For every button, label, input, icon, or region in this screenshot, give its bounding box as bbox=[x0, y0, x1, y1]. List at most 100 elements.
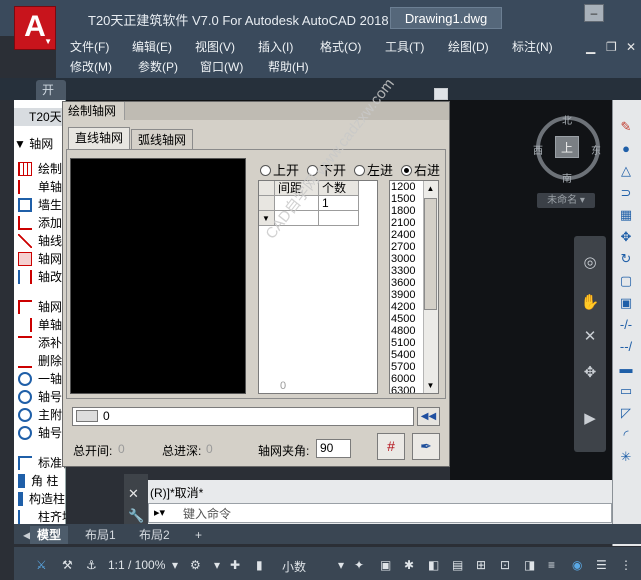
value-item[interactable]: 3000 bbox=[391, 253, 423, 265]
palette-item[interactable]: 轴网 bbox=[14, 298, 66, 316]
rewind-icon[interactable]: ◀◀ bbox=[417, 407, 440, 426]
menu-help[interactable]: 帮助(H) bbox=[268, 58, 309, 75]
isolate-icon[interactable]: ✱ bbox=[404, 558, 414, 572]
offset-icon[interactable]: ⊃ bbox=[615, 183, 637, 203]
menu-format[interactable]: 格式(O) bbox=[320, 38, 361, 55]
graphics-icon[interactable]: ◧ bbox=[428, 558, 439, 572]
menu-window[interactable]: 窗口(W) bbox=[200, 58, 243, 75]
grid-cell-count[interactable] bbox=[319, 211, 359, 226]
wcs-dropdown[interactable]: 未命名 ▾ bbox=[537, 193, 595, 208]
value-item[interactable]: 5100 bbox=[391, 337, 423, 349]
value-item[interactable]: 1200 bbox=[391, 181, 423, 193]
value-item[interactable]: 3300 bbox=[391, 265, 423, 277]
plus-icon[interactable]: ✚ bbox=[230, 558, 240, 572]
grid-cell-count[interactable]: 1 bbox=[319, 196, 359, 211]
fullscreen-icon[interactable]: ▤ bbox=[452, 558, 463, 572]
palette-item[interactable]: 单轴 bbox=[14, 316, 66, 334]
rotate-icon[interactable]: ↻ bbox=[615, 249, 637, 269]
add-layout-button[interactable]: + bbox=[188, 526, 209, 544]
stretch-icon[interactable]: ▣ bbox=[615, 293, 637, 313]
value-item[interactable]: 3900 bbox=[391, 289, 423, 301]
spacing-input[interactable]: 0 bbox=[72, 407, 414, 426]
tab-arc-axis[interactable]: 弧线轴网 bbox=[131, 129, 194, 149]
tab-straight-axis[interactable]: 直线轴网 bbox=[68, 127, 131, 149]
mirror-icon[interactable]: △ bbox=[615, 161, 637, 181]
menu-dimension[interactable]: 标注(N) bbox=[512, 38, 553, 55]
value-item[interactable]: 5700 bbox=[391, 361, 423, 373]
palette-item[interactable]: 轴号 bbox=[14, 388, 66, 406]
units-readout[interactable]: 小数 bbox=[282, 558, 306, 575]
clean-screen-icon[interactable]: ◨ bbox=[524, 558, 535, 572]
compass-west[interactable]: 西 bbox=[533, 142, 543, 157]
join-icon[interactable]: ▭ bbox=[615, 381, 637, 401]
palette-item[interactable]: 删除 bbox=[14, 352, 66, 370]
annotation-visibility-icon[interactable]: ⚒ bbox=[62, 558, 73, 572]
radio-top-open[interactable]: 上开 bbox=[260, 160, 299, 179]
menu-parameter[interactable]: 参数(P) bbox=[138, 58, 178, 75]
steering-wheel-icon[interactable]: ◎ bbox=[578, 252, 602, 274]
quick-props-icon[interactable]: ✦ bbox=[354, 558, 364, 572]
more-icon[interactable]: ⋮ bbox=[620, 558, 632, 572]
palette-item[interactable]: 一轴 bbox=[14, 370, 66, 388]
scale-readout[interactable]: 1:1 / 100% bbox=[108, 558, 165, 572]
move-icon[interactable]: ✥ bbox=[615, 227, 637, 247]
pick-eyedropper-icon[interactable]: ✒ bbox=[412, 433, 440, 460]
extend-icon[interactable]: --/ bbox=[615, 337, 637, 357]
compass-east[interactable]: 东 bbox=[591, 142, 601, 157]
palette-item[interactable]: 添加 bbox=[14, 214, 66, 232]
palette-item[interactable]: 构造柱 bbox=[14, 490, 66, 508]
command-prompt-icon[interactable]: ▸▾ bbox=[154, 506, 165, 519]
draw-grid-icon[interactable]: # bbox=[377, 433, 405, 460]
lock-ui-icon[interactable]: ▣ bbox=[380, 558, 391, 572]
auto-scale-icon[interactable]: ⚓ bbox=[86, 558, 97, 572]
menu-view[interactable]: 视图(V) bbox=[195, 38, 235, 55]
value-item[interactable]: 2700 bbox=[391, 241, 423, 253]
explode-icon[interactable]: ✳ bbox=[615, 447, 637, 467]
minimize-icon[interactable]: – bbox=[584, 4, 604, 22]
pan-hand-icon[interactable]: ✋ bbox=[578, 292, 602, 314]
hardware-icon[interactable]: ⊡ bbox=[500, 558, 510, 572]
value-item[interactable]: 1800 bbox=[391, 205, 423, 217]
array-icon[interactable]: ▦ bbox=[615, 205, 637, 225]
zoom-extents-icon[interactable]: ✕ bbox=[578, 326, 602, 348]
value-item[interactable]: 5400 bbox=[391, 349, 423, 361]
scroll-thumb[interactable] bbox=[424, 198, 437, 310]
palette-item[interactable]: 轴线 bbox=[14, 232, 66, 250]
radio-left-depth[interactable]: 左进 bbox=[354, 160, 393, 179]
orbit-icon[interactable]: ✥ bbox=[578, 362, 602, 384]
compass-north[interactable]: 北 bbox=[562, 112, 572, 127]
palette-item[interactable]: 添补 bbox=[14, 334, 66, 352]
units-caret-icon[interactable]: ▾ bbox=[338, 558, 344, 572]
palette-item[interactable]: 单轴 bbox=[14, 178, 66, 196]
workspace-icon[interactable]: ⊞ bbox=[476, 558, 486, 572]
menu-file[interactable]: 文件(F) bbox=[70, 38, 109, 55]
value-item[interactable]: 3600 bbox=[391, 277, 423, 289]
grid-header-count[interactable]: 个数 bbox=[319, 181, 359, 196]
tab-model[interactable]: 模型 bbox=[30, 526, 69, 544]
menu-edit[interactable]: 编辑(E) bbox=[132, 38, 172, 55]
start-tab[interactable]: 开 bbox=[36, 80, 66, 100]
menu-list-icon[interactable]: ☰ bbox=[596, 558, 607, 572]
erase-icon[interactable]: ✎ bbox=[615, 117, 637, 137]
palette-item[interactable]: 轴号 bbox=[14, 424, 66, 442]
caret-icon[interactable]: ▾ bbox=[214, 558, 220, 572]
value-item[interactable]: 4500 bbox=[391, 313, 423, 325]
grid-row-selector[interactable] bbox=[259, 196, 275, 211]
palette-item[interactable]: 主附 bbox=[14, 406, 66, 424]
value-item[interactable]: 1500 bbox=[391, 193, 423, 205]
trim-icon[interactable]: -/- bbox=[615, 315, 637, 335]
dialog-titlebar[interactable] bbox=[125, 102, 449, 120]
showmotion-icon[interactable]: ▶ bbox=[578, 408, 602, 430]
palette-item[interactable]: 墙生 bbox=[14, 196, 66, 214]
scroll-up-icon[interactable]: ▲ bbox=[424, 182, 437, 195]
angle-input[interactable]: 90 bbox=[316, 439, 351, 458]
gear-icon[interactable]: ⚙ bbox=[190, 558, 201, 572]
annotation-scale-icon[interactable]: ⚔ bbox=[36, 558, 47, 572]
value-item[interactable]: 6000 bbox=[391, 373, 423, 385]
mdi-restore-icon[interactable]: ❐ bbox=[606, 40, 617, 54]
value-item[interactable]: 4200 bbox=[391, 301, 423, 313]
scale-icon[interactable]: ▢ bbox=[615, 271, 637, 291]
customize-icon[interactable]: ≡ bbox=[548, 558, 555, 572]
compass-south[interactable]: 南 bbox=[562, 170, 572, 185]
dropdown-caret-icon[interactable]: ▾ bbox=[172, 558, 178, 572]
